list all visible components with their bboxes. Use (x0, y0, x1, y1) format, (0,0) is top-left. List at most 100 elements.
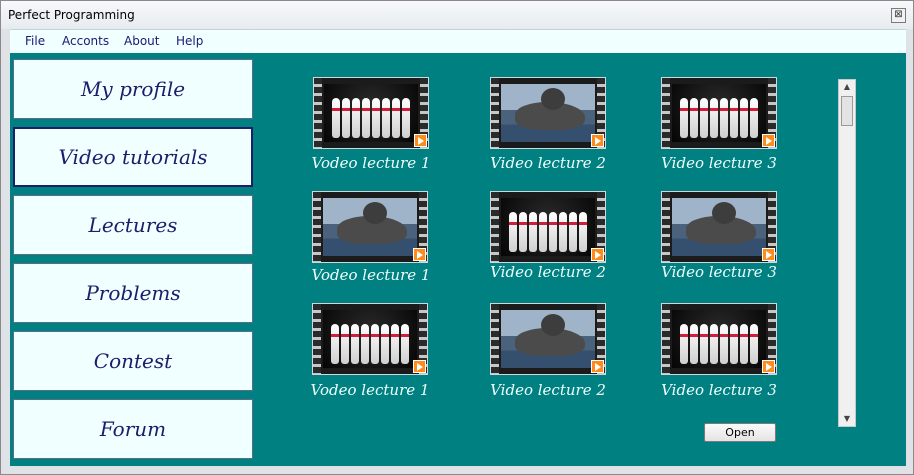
film-strip-left (491, 192, 499, 262)
film-strip-left (491, 304, 499, 374)
video-caption-5: Video lecture 2 (490, 263, 606, 281)
play-icon[interactable] (591, 248, 604, 261)
play-icon[interactable] (414, 134, 427, 147)
bowling-pin (750, 324, 758, 364)
play-icon[interactable] (591, 360, 604, 373)
app-window: Perfect Programming ⊠ File Acconts About… (0, 0, 914, 475)
bowling-pin (690, 324, 698, 364)
nav-problems-button[interactable]: Problems (13, 263, 253, 323)
menu-bar: File Acconts About Help (10, 29, 906, 53)
bowling-pin (559, 212, 567, 252)
video-thumbnail-9[interactable] (661, 303, 777, 375)
bowling-pins-image (323, 310, 417, 368)
bowling-pin (361, 324, 369, 364)
bowling-pin (730, 98, 738, 138)
seal-image (501, 310, 595, 368)
video-caption-6: Video lecture 3 (661, 263, 777, 281)
bowling-pin (392, 98, 400, 138)
bowling-pin (391, 324, 399, 364)
bowling-pin (519, 212, 527, 252)
title-bar: Perfect Programming ⊠ (1, 1, 913, 29)
bowling-pin (371, 324, 379, 364)
bowling-pin (332, 98, 340, 138)
bowling-pin (750, 98, 758, 138)
bowling-pin (740, 324, 748, 364)
menu-about[interactable]: About (124, 34, 159, 48)
seal-image (672, 198, 766, 256)
nav-contest-button[interactable]: Contest (13, 331, 253, 391)
bowling-pin (351, 324, 359, 364)
close-icon[interactable]: ⊠ (891, 8, 906, 23)
video-thumbnail-7[interactable] (312, 303, 428, 375)
seal-head (541, 88, 565, 110)
video-caption-1: Vodeo lecture 1 (311, 154, 431, 172)
bowling-pin (362, 98, 370, 138)
video-thumbnail-8[interactable] (490, 303, 606, 375)
seal-image (501, 84, 595, 142)
video-thumbnail-3[interactable] (661, 77, 777, 149)
bowling-pins-image (324, 84, 418, 142)
bowling-pin (730, 324, 738, 364)
nav-video-tutorials-button[interactable]: Video tutorials (13, 127, 253, 187)
bowling-pin (579, 212, 587, 252)
nav-my-profile-button[interactable]: My profile (13, 59, 253, 119)
film-strip-left (491, 78, 499, 148)
play-icon[interactable] (591, 134, 604, 147)
film-strip-left (662, 192, 670, 262)
seal-head (712, 202, 736, 224)
window-title: Perfect Programming (8, 8, 135, 22)
bowling-pin (720, 98, 728, 138)
bowling-pin (352, 98, 360, 138)
bowling-pins-image (501, 198, 595, 256)
nav-lectures-button[interactable]: Lectures (13, 195, 253, 255)
menu-help[interactable]: Help (176, 34, 203, 48)
bowling-pin (690, 98, 698, 138)
video-caption-8: Video lecture 2 (490, 381, 606, 399)
video-thumbnail-4[interactable] (312, 191, 428, 263)
video-caption-9: Video lecture 3 (661, 381, 777, 399)
film-strip-left (662, 78, 670, 148)
bowling-pin (342, 98, 350, 138)
video-caption-4: Vodeo lecture 1 (311, 266, 431, 284)
video-thumbnail-6[interactable] (661, 191, 777, 263)
seal-image (323, 198, 417, 256)
bowling-pins-image (672, 84, 766, 142)
video-caption-2: Video lecture 2 (490, 154, 606, 172)
bowling-pin (549, 212, 557, 252)
video-caption-7: Vodeo lecture 1 (310, 381, 430, 399)
video-caption-3: Video lecture 3 (661, 154, 777, 172)
seal-head (541, 314, 565, 336)
nav-forum-button[interactable]: Forum (13, 399, 253, 459)
film-strip-left (313, 192, 321, 262)
video-thumbnail-5[interactable] (490, 191, 606, 263)
bowling-pin (710, 324, 718, 364)
film-strip-left (662, 304, 670, 374)
scroll-up-icon[interactable]: ▲ (839, 80, 855, 94)
play-icon[interactable] (413, 248, 426, 261)
bowling-pin (402, 98, 410, 138)
vertical-scrollbar[interactable]: ▲ ▼ (838, 79, 856, 427)
video-thumbnail-1[interactable] (313, 77, 429, 149)
play-icon[interactable] (762, 360, 775, 373)
bowling-pin (401, 324, 409, 364)
menu-accounts[interactable]: Acconts (62, 34, 109, 48)
play-icon[interactable] (762, 248, 775, 261)
open-button[interactable]: Open (704, 423, 776, 442)
bowling-pin (680, 98, 688, 138)
film-strip-left (314, 78, 322, 148)
scroll-down-icon[interactable]: ▼ (839, 412, 855, 426)
play-icon[interactable] (413, 360, 426, 373)
bowling-pin (720, 324, 728, 364)
bowling-pin (569, 212, 577, 252)
film-strip-left (313, 304, 321, 374)
bowling-pin (372, 98, 380, 138)
scrollbar-thumb[interactable] (841, 96, 853, 126)
bowling-pin (382, 98, 390, 138)
video-thumbnail-2[interactable] (490, 77, 606, 149)
bowling-pin (700, 98, 708, 138)
bowling-pin (529, 212, 537, 252)
menu-file[interactable]: File (25, 34, 45, 48)
bowling-pin (700, 324, 708, 364)
bowling-pin (381, 324, 389, 364)
play-icon[interactable] (762, 134, 775, 147)
